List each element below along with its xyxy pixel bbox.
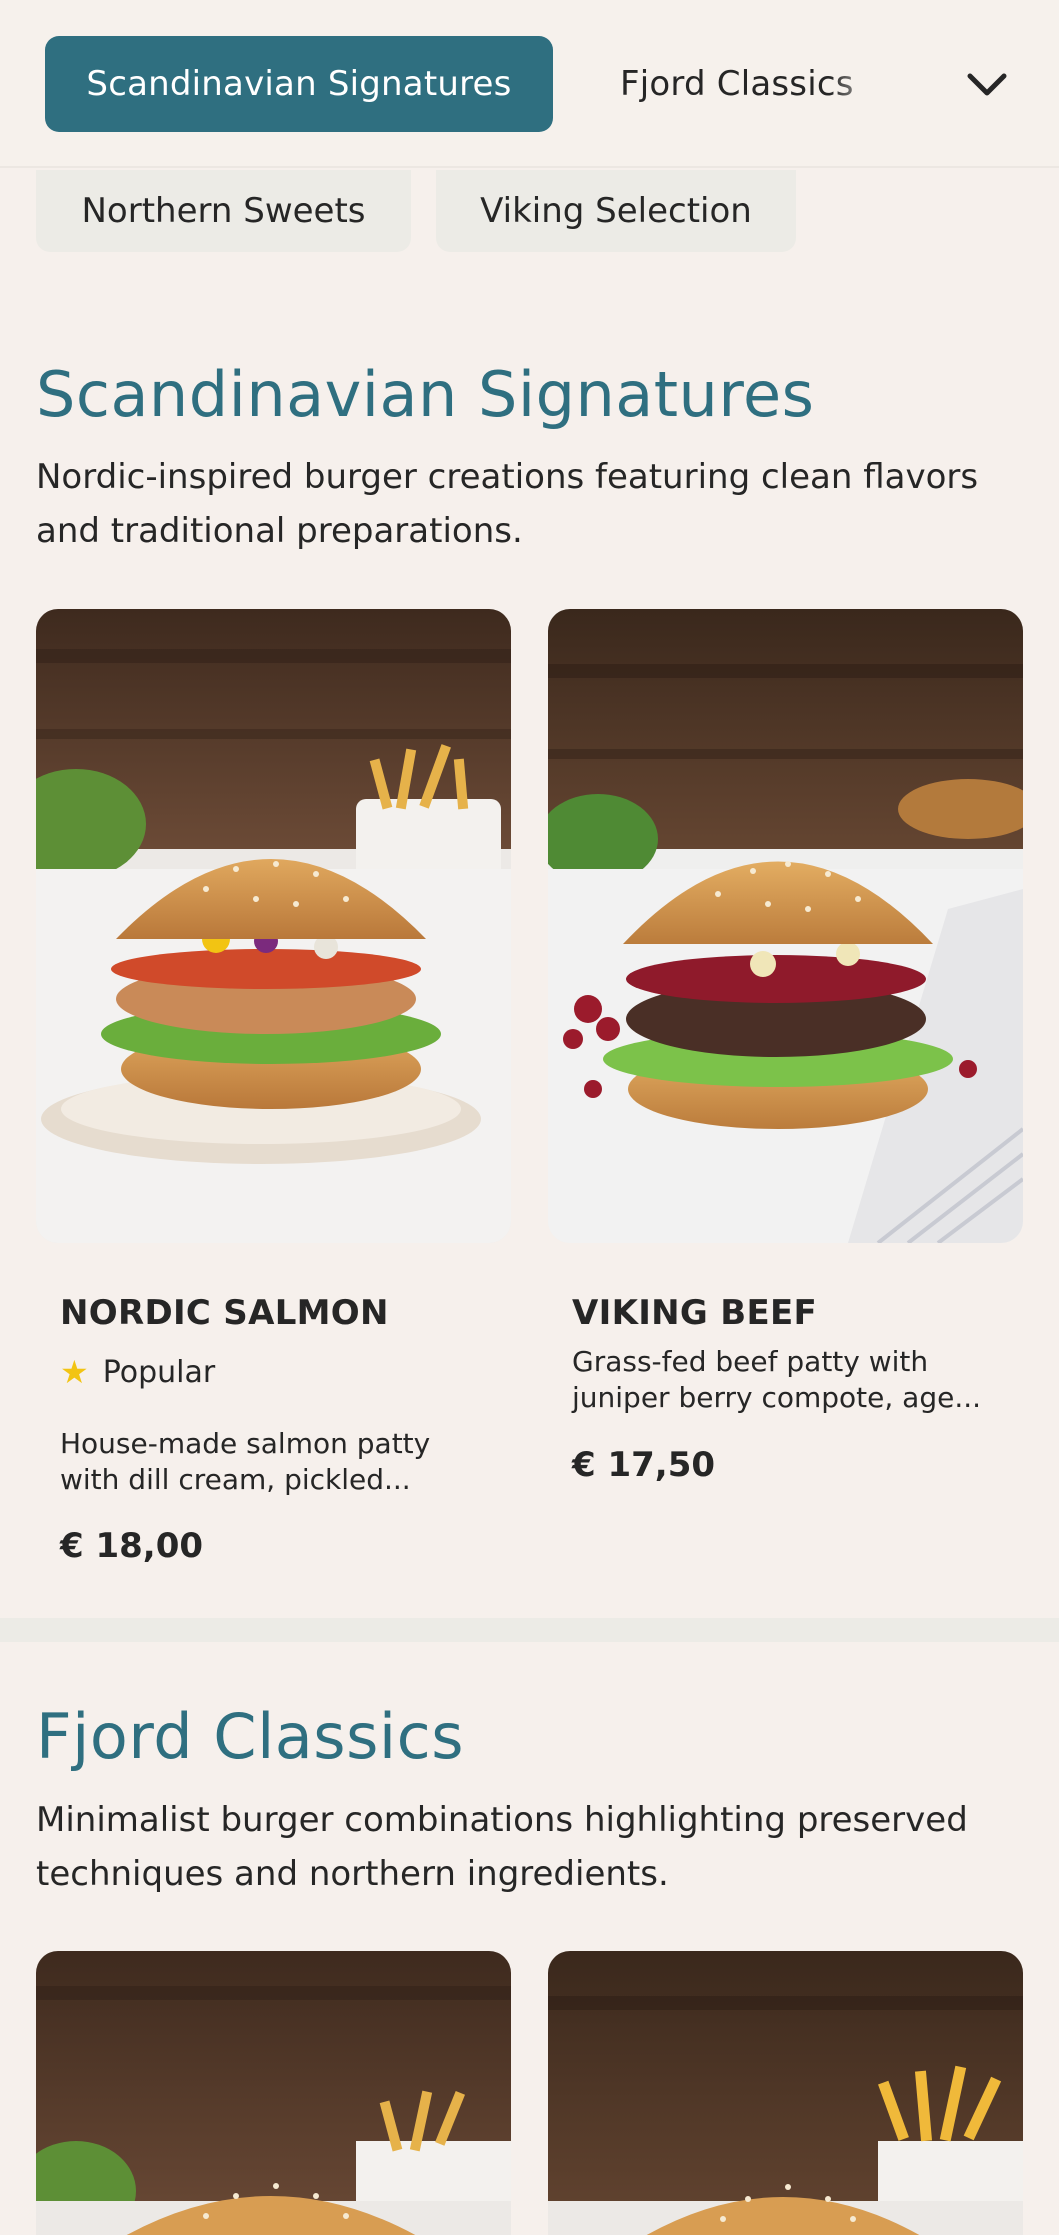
burger-photo[interactable] [548,1951,1023,2235]
tab-viking-selection[interactable]: Viking Selection [436,170,796,252]
item-price: € 18,00 [60,1526,204,1566]
section-title: Fjord Classics [36,1700,465,1773]
menu-item-card[interactable]: NORDIC SALMON ★ Popular House-made salmo… [36,609,511,1569]
description-line: juniper berry compote, age... [572,1381,982,1414]
description-line: House-made salmon patty [60,1427,431,1460]
burger-photo [548,609,1023,1243]
section-description: Nordic-inspired burger creations featuri… [36,457,979,551]
section-divider [0,1618,1059,1642]
tab-scandinavian-signatures[interactable]: Scandinavian Signatures [45,36,553,132]
tab-fjord-classics[interactable]: Fjord Classics [590,36,890,132]
chevron-down-icon[interactable] [960,58,1014,112]
tab-northern-sweets[interactable]: Northern Sweets [36,170,411,252]
description-line: with dill cream, pickled... [60,1463,411,1496]
item-name: NORDIC SALMON [60,1293,389,1333]
item-description: House-made salmon patty with dill cream,… [60,1426,490,1498]
item-price: € 17,50 [572,1445,716,1485]
star-icon: ★ [60,1353,89,1391]
section-title: Scandinavian Signatures [36,358,815,431]
badge-label: Popular [102,1354,216,1390]
category-nav: Scandinavian Signatures Fjord Classics [0,0,1059,168]
section-description: Minimalist burger combinations highlight… [36,1800,968,1894]
tab-label: Fjord Classics [620,64,854,104]
item-description: Grass-fed beef patty with juniper berry … [572,1344,1002,1416]
burger-photo [36,609,511,1243]
menu-item-card[interactable]: VIKING BEEF Grass-fed beef patty with ju… [548,609,1023,1509]
burger-photo[interactable] [36,1951,511,2235]
item-name: VIKING BEEF [572,1293,818,1333]
description-line: Grass-fed beef patty with [572,1345,929,1378]
popular-badge: ★ Popular [60,1353,215,1391]
